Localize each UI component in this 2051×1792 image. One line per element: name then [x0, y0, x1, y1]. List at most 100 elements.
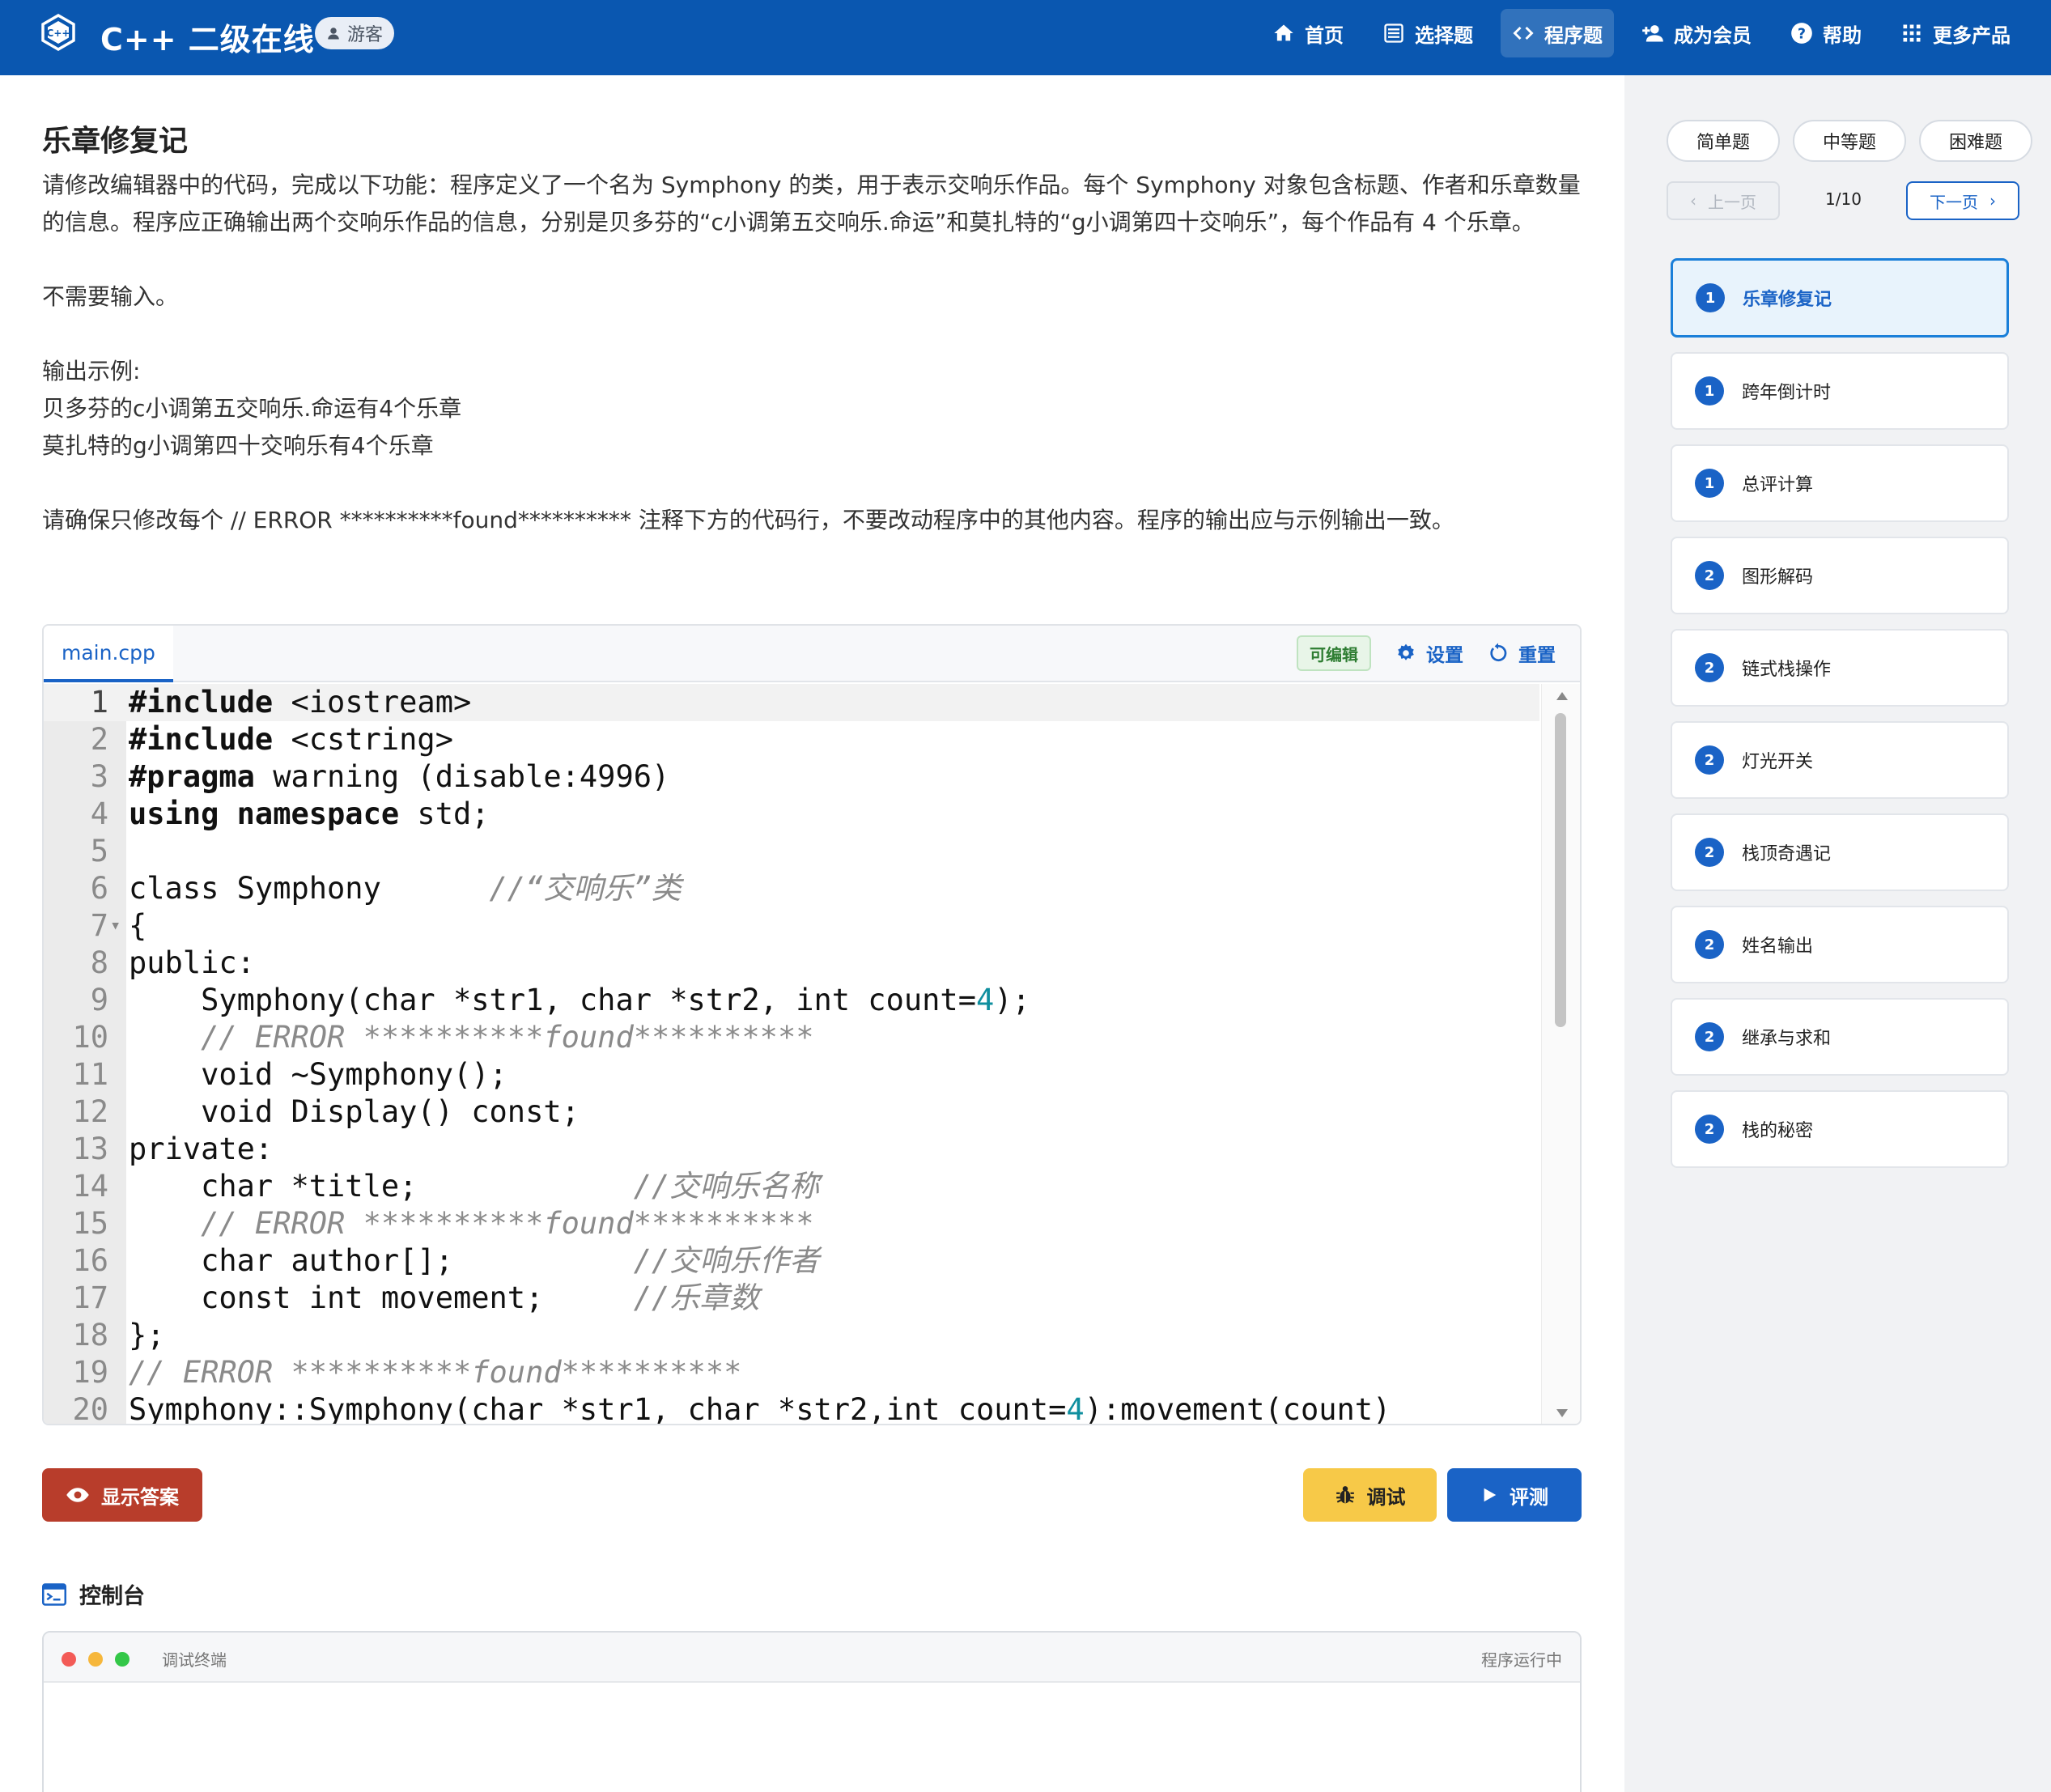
settings-button[interactable]: 设置: [1395, 639, 1463, 667]
code-line[interactable]: 16 char author[]; //交响乐作者: [44, 1242, 1539, 1280]
code-text: private:: [129, 1132, 274, 1166]
debug-button[interactable]: 调试: [1303, 1468, 1437, 1522]
nav-home[interactable]: 首页: [1261, 9, 1355, 57]
main-nav: 首页 选择题 程序题 成为会员 ? 帮助 更多产品: [1261, 8, 2022, 58]
question-item[interactable]: 2 栈的秘密: [1671, 1090, 2009, 1168]
minimize-dot-icon: [88, 1652, 103, 1667]
difficulty-medium-button[interactable]: 中等题: [1793, 120, 1906, 162]
guest-badge[interactable]: 游客: [315, 17, 395, 49]
nav-member[interactable]: 成为会员: [1630, 9, 1763, 57]
code-line[interactable]: 14 char *title; //交响乐名称: [44, 1168, 1539, 1205]
code-line[interactable]: 5: [44, 833, 1539, 870]
terminal-status: 程序运行中: [1481, 1650, 1562, 1670]
code-text: using namespace std;: [129, 796, 490, 831]
line-number: 3: [90, 759, 108, 794]
scroll-up-arrow-icon[interactable]: [1556, 692, 1568, 700]
prev-page-button[interactable]: ‹ 上一页: [1667, 181, 1780, 220]
nav-help[interactable]: ? 帮助: [1779, 9, 1873, 57]
question-sidebar: 简单题 中等题 困难题 ‹ 上一页 1/10 下一页 › 1 乐章修复记 1 跨…: [1624, 75, 2051, 1792]
file-tab[interactable]: main.cpp: [44, 626, 173, 682]
fold-arrow-icon[interactable]: ▾: [110, 907, 121, 945]
cpp-logo-icon[interactable]: C++: [39, 13, 78, 52]
question-item[interactable]: 1 乐章修复记: [1671, 258, 2009, 338]
show-answer-button[interactable]: 显示答案: [42, 1468, 202, 1522]
code-line[interactable]: 12 void Display() const;: [44, 1093, 1539, 1131]
desc-paragraph-1: 请修改编辑器中的代码，完成以下功能：程序定义了一个名为 Symphony 的类，…: [42, 172, 1581, 236]
eye-icon: [66, 1488, 89, 1502]
code-line[interactable]: 10 // ERROR **********found**********: [44, 1019, 1539, 1056]
nav-help-label: 帮助: [1823, 23, 1862, 47]
problem-description: 请修改编辑器中的代码，完成以下功能：程序定义了一个名为 Symphony 的类，…: [42, 167, 1588, 539]
question-item[interactable]: 2 图形解码: [1671, 537, 2009, 614]
code-text: #include <cstring>: [129, 722, 453, 757]
line-number: 18: [72, 1318, 108, 1352]
code-line[interactable]: 1 #include <iostream>: [44, 684, 1539, 721]
nav-more[interactable]: 更多产品: [1889, 9, 2022, 57]
nav-program[interactable]: 程序题: [1501, 9, 1614, 57]
nav-choice[interactable]: 选择题: [1371, 9, 1484, 57]
code-line[interactable]: 4 using namespace std;: [44, 796, 1539, 833]
question-name: 栈的秘密: [1742, 1121, 1814, 1141]
scroll-down-arrow-icon[interactable]: [1556, 1409, 1568, 1417]
question-item[interactable]: 1 总评计算: [1671, 444, 2009, 522]
editor-scrollbar[interactable]: [1541, 684, 1580, 1424]
question-item[interactable]: 2 栈顶奇遇记: [1671, 813, 2009, 891]
scroll-thumb[interactable]: [1555, 713, 1566, 1027]
question-item[interactable]: 2 灯光开关: [1671, 721, 2009, 799]
level-badge: 1: [1695, 469, 1724, 498]
grid-icon: [1903, 24, 1921, 42]
level-badge: 2: [1695, 745, 1724, 775]
app-brand[interactable]: C++ 二级在线: [100, 15, 315, 59]
line-number: 15: [72, 1206, 108, 1241]
list-icon: [1384, 23, 1403, 43]
settings-label: 设置: [1426, 645, 1463, 666]
code-line[interactable]: 13 private:: [44, 1131, 1539, 1168]
next-page-label: 下一页: [1930, 192, 1978, 212]
svg-text:?: ?: [1798, 26, 1806, 42]
question-item[interactable]: 2 姓名输出: [1671, 906, 2009, 983]
reset-icon: [1490, 643, 1507, 661]
code-line[interactable]: 3 #pragma warning (disable:4996): [44, 758, 1539, 796]
gear-icon: [1398, 643, 1414, 660]
code-line[interactable]: 15 // ERROR **********found**********: [44, 1205, 1539, 1242]
level-badge: 1: [1695, 376, 1724, 406]
desc-paragraph-4: 贝多芬的c小调第五交响乐.命运有4个乐章: [42, 395, 462, 422]
line-number: 2: [90, 722, 108, 757]
code-line[interactable]: 6 class Symphony //“交响乐”类: [44, 870, 1539, 907]
code-text: Symphony::Symphony(char *str1, char *str…: [129, 1392, 1391, 1425]
line-number: 5: [90, 834, 108, 868]
question-name: 图形解码: [1742, 567, 1814, 588]
question-name: 总评计算: [1742, 475, 1814, 495]
question-item[interactable]: 1 跨年倒计时: [1671, 352, 2009, 430]
code-line[interactable]: 9 Symphony(char *str1, char *str2, int c…: [44, 982, 1539, 1019]
prev-page-label: 上一页: [1708, 192, 1756, 212]
line-number: 10: [72, 1020, 108, 1055]
line-number: 19: [72, 1355, 108, 1390]
line-number: 14: [72, 1169, 108, 1204]
code-area[interactable]: 1 #include <iostream> 2 #include <cstring> 3…: [44, 684, 1580, 1425]
code-line[interactable]: 19 // ERROR **********found**********: [44, 1354, 1539, 1391]
code-line[interactable]: 11 void ~Symphony();: [44, 1056, 1539, 1093]
code-line[interactable]: 2 #include <cstring>: [44, 721, 1539, 758]
debug-label: 调试: [1366, 1485, 1406, 1509]
line-number: 17: [72, 1280, 108, 1315]
reset-button[interactable]: 重置: [1488, 639, 1556, 667]
pagination: ‹ 上一页 1/10 下一页 ›: [1667, 181, 2019, 220]
next-page-button[interactable]: 下一页 ›: [1906, 181, 2019, 220]
question-item[interactable]: 2 继承与求和: [1671, 998, 2009, 1076]
code-line[interactable]: 18};: [44, 1317, 1539, 1354]
difficulty-hard-button[interactable]: 困难题: [1919, 120, 2032, 162]
code-line[interactable]: 8 public:: [44, 945, 1539, 982]
question-name: 链式栈操作: [1742, 660, 1832, 680]
debug-terminal[interactable]: 调试终端 程序运行中: [42, 1631, 1582, 1792]
nav-choice-label: 选择题: [1415, 23, 1473, 47]
code-line[interactable]: 7 ▾{: [44, 907, 1539, 945]
level-badge: 1: [1696, 283, 1725, 312]
code-line[interactable]: 17 const int movement; //乐章数: [44, 1280, 1539, 1317]
question-item[interactable]: 2 链式栈操作: [1671, 629, 2009, 707]
evaluate-button[interactable]: 评测: [1447, 1468, 1582, 1522]
editor-toolbar: main.cpp 可编辑 设置 重置: [44, 626, 1580, 682]
level-badge: 2: [1695, 838, 1724, 867]
code-line[interactable]: 20 Symphony::Symphony(char *str1, char *s…: [44, 1391, 1539, 1425]
difficulty-easy-button[interactable]: 简单题: [1667, 120, 1780, 162]
